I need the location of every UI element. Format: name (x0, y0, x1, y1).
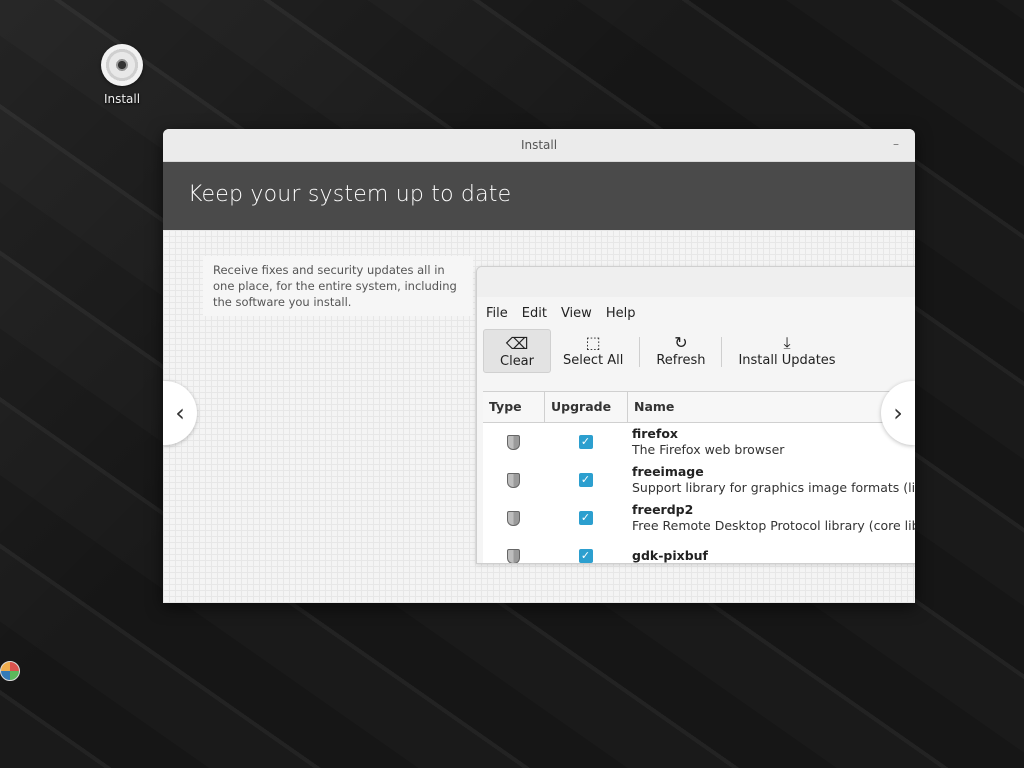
menu-view: View (560, 305, 592, 321)
backspace-icon: ⌫ (505, 333, 529, 353)
app-titlebar (477, 267, 915, 297)
refresh-label: Refresh (656, 352, 706, 368)
column-upgrade: Upgrade (545, 392, 628, 422)
chevron-right-icon: › (893, 399, 903, 427)
refresh-icon: ↻ (674, 332, 688, 352)
updates-table: Type Upgrade Name ✓ firefox The Firefox … (483, 391, 915, 563)
install-updates-label: Install Updates (738, 352, 836, 368)
tray-app-icon[interactable] (0, 661, 20, 681)
select-all-icon: ⬚ (585, 332, 601, 352)
previous-slide-button[interactable]: ‹ (163, 381, 197, 445)
shield-icon (507, 472, 520, 488)
refresh-button: ↻ Refresh (644, 329, 717, 371)
table-row: ✓ freeimage Support library for graphics… (483, 461, 915, 499)
window-title: Install (520, 138, 558, 152)
chevron-left-icon: ‹ (175, 399, 185, 427)
slide-content: Receive fixes and security updates all i… (163, 230, 915, 603)
package-name: freeimage (632, 464, 704, 479)
slide-description: Receive fixes and security updates all i… (203, 256, 473, 316)
package-description: The Firefox web browser (632, 442, 785, 457)
package-name: freerdp2 (632, 502, 694, 517)
menu-file: File (486, 305, 508, 321)
menu-help: Help (605, 305, 636, 321)
package-description: Free Remote Desktop Protocol library (co… (632, 518, 915, 533)
app-toolbar: ⌫ Clear ⬚ Select All ↻ Refresh ⤓ Install… (477, 329, 915, 379)
install-updates-button: ⤓ Install Updates (726, 329, 847, 371)
column-name: Name (634, 399, 675, 414)
table-header: Type Upgrade Name (483, 392, 915, 423)
table-row: ✓ freerdp2 Free Remote Desktop Protocol … (483, 499, 915, 537)
table-row: ✓ firefox The Firefox web browser (483, 423, 915, 461)
shield-icon (507, 548, 520, 563)
installer-window: Install – Keep your system up to date Re… (163, 129, 915, 603)
table-row: ✓ gdk-pixbuf (483, 537, 915, 563)
toolbar-separator (639, 337, 641, 367)
checkbox-icon: ✓ (578, 511, 593, 525)
update-manager-preview: File Edit View Help ⌫ Clear ⬚ Select All… (476, 266, 915, 564)
clear-button: ⌫ Clear (483, 329, 551, 373)
column-type: Type (483, 392, 545, 422)
shield-icon (507, 434, 520, 450)
app-menubar: File Edit View Help (477, 297, 915, 329)
page-header: Keep your system up to date (163, 162, 915, 230)
toolbar-separator (721, 337, 723, 367)
desktop-icon-label: Install (103, 92, 141, 106)
window-titlebar[interactable]: Install – (163, 129, 915, 162)
desktop-install-icon[interactable]: Install (96, 44, 148, 106)
clear-label: Clear (500, 353, 534, 369)
package-description: Support library for graphics image forma… (632, 480, 915, 495)
select-all-label: Select All (563, 352, 624, 368)
checkbox-icon: ✓ (578, 473, 593, 487)
package-name: gdk-pixbuf (632, 548, 708, 563)
shield-icon (507, 510, 520, 526)
package-name: firefox (632, 426, 678, 441)
minimize-icon[interactable]: – (893, 138, 903, 150)
select-all-button: ⬚ Select All (551, 329, 635, 371)
download-icon: ⤓ (783, 332, 791, 352)
page-title: Keep your system up to date (188, 182, 512, 207)
cd-disc-icon (101, 44, 143, 86)
checkbox-icon: ✓ (578, 435, 593, 449)
menu-edit: Edit (521, 305, 547, 321)
checkbox-icon: ✓ (578, 549, 593, 563)
